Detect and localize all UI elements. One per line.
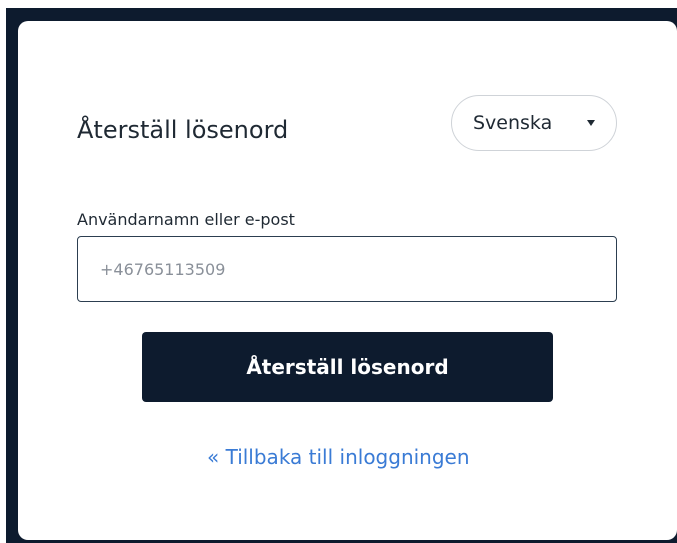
reset-password-button[interactable]: Återställ lösenord (142, 332, 553, 402)
username-field-label: Användarnamn eller e-post (77, 210, 295, 229)
back-to-login-link[interactable]: « Tillbaka till inloggningen (207, 443, 470, 471)
language-select[interactable]: Svenska (451, 95, 617, 151)
username-input[interactable] (77, 236, 617, 302)
language-select-label: Svenska (473, 112, 553, 134)
page-title: Återställ lösenord (77, 116, 289, 144)
caret-down-icon (587, 120, 595, 126)
